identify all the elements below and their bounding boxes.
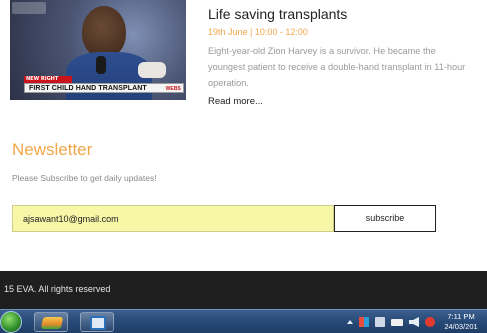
clock-date: 24/03/201: [444, 322, 478, 331]
newsletter-title: Newsletter: [12, 140, 93, 159]
thumbnail-headline-text: FIRST CHILD HAND TRANSPLANT: [29, 85, 147, 92]
battery-icon[interactable]: [391, 318, 403, 326]
thumbnail-tag: WEBS: [165, 86, 181, 92]
window-icon: [90, 316, 106, 330]
action-center-flag-icon[interactable]: [359, 317, 369, 327]
clock-time: 7:11 PM: [447, 312, 475, 321]
taskbar-app-button[interactable]: [34, 312, 68, 332]
news-body: Eight-year-old Zion Harvey is a survivor…: [208, 46, 466, 88]
read-more-link[interactable]: Read more...: [208, 96, 263, 107]
channel-logo: [12, 2, 46, 14]
copyright-text: 15 EVA. All rights reserved: [4, 284, 111, 294]
microphone-icon: [96, 56, 106, 74]
network-icon[interactable]: [375, 317, 385, 327]
start-button[interactable]: [0, 311, 22, 333]
system-tray: [347, 316, 435, 328]
clock[interactable]: 7:11 PM 24/03/201: [439, 312, 483, 332]
page: NEW RIGHT NOW FIRST CHILD HAND TRANSPLAN…: [0, 0, 487, 333]
taskbar: 7:11 PM 24/03/201: [0, 309, 487, 333]
child-head-shape: [82, 6, 126, 58]
tray-app-icon[interactable]: [425, 317, 435, 327]
footer: 15 EVA. All rights reserved: [0, 271, 487, 309]
taskbar-app-button[interactable]: [80, 312, 114, 332]
news-title[interactable]: Life saving transplants: [208, 6, 347, 22]
newsletter-subtitle: Please Subscribe to get daily updates!: [12, 173, 157, 183]
app-icon: [40, 317, 64, 329]
bandaged-hand-shape: [138, 62, 166, 78]
show-hidden-icons-icon[interactable]: [347, 320, 353, 324]
news-thumbnail-image[interactable]: NEW RIGHT NOW FIRST CHILD HAND TRANSPLAN…: [10, 0, 186, 100]
breaking-news-label: NEW RIGHT NOW: [24, 76, 72, 89]
thumbnail-headline: FIRST CHILD HAND TRANSPLANT WEBS: [24, 83, 184, 93]
volume-icon[interactable]: [409, 317, 419, 327]
email-input[interactable]: [12, 205, 334, 232]
subscribe-button[interactable]: subscribe: [334, 205, 436, 232]
news-date: 19th June | 10:00 - 12:00: [208, 27, 308, 37]
